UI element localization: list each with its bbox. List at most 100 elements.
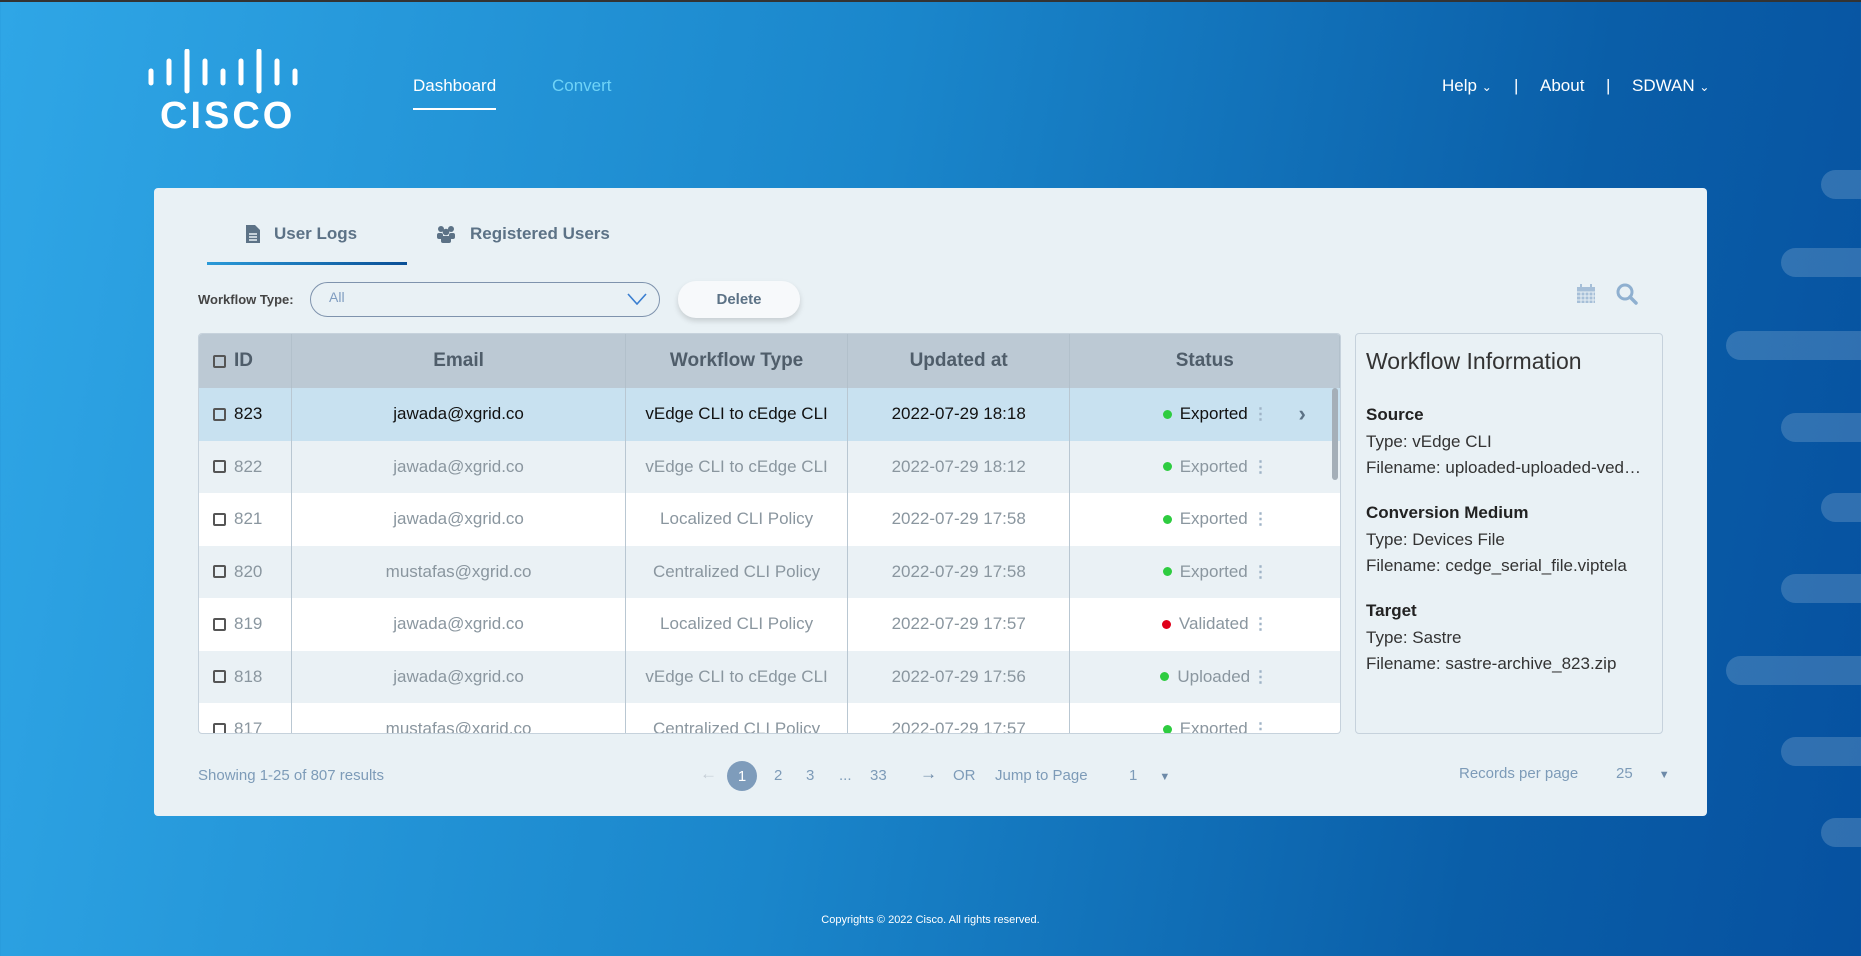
section-heading: Conversion Medium (1366, 503, 1529, 522)
cisco-logo[interactable]: CISCO (148, 48, 308, 139)
more-options-icon[interactable]: ⋮ (1252, 509, 1268, 529)
decor-pill (1781, 574, 1861, 603)
records-value: 25 (1616, 765, 1633, 782)
row-checkbox[interactable] (213, 722, 226, 733)
header-status[interactable]: Status (1070, 334, 1340, 388)
logo-text: CISCO (160, 95, 296, 137)
decor-pill (1781, 413, 1861, 442)
page-1-button[interactable]: 1 (727, 761, 757, 791)
chevron-down-icon (627, 293, 647, 305)
table-row[interactable]: 817 mustafas@xgrid.co Centralized CLI Po… (199, 703, 1340, 734)
table-header: ID Email Workflow Type Updated at Status (199, 334, 1340, 388)
tab-registered-users[interactable]: Registered Users (436, 224, 610, 244)
tab-user-logs[interactable]: User Logs (246, 224, 357, 244)
table-body: 823 jawada@xgrid.co vEdge CLI to cEdge C… (199, 388, 1340, 734)
header-workflow-type[interactable]: Workflow Type (626, 334, 848, 388)
status-dot (1161, 619, 1171, 629)
table-row[interactable]: 821 jawada@xgrid.co Localized CLI Policy… (199, 493, 1340, 546)
more-options-icon[interactable]: ⋮ (1252, 404, 1268, 424)
status-text: Exported (1179, 509, 1248, 529)
nav-help-label: Help (1442, 76, 1477, 95)
row-checkbox[interactable] (213, 565, 226, 579)
status-text: Validated (1178, 614, 1249, 634)
calendar-icon[interactable] (1576, 284, 1596, 304)
workflow-type-label: Workflow Type: (198, 292, 294, 307)
header-email[interactable]: Email (292, 334, 627, 388)
decor-pill (1821, 818, 1861, 847)
cell-updated-at: 2022-07-29 17:56 (848, 650, 1071, 703)
results-summary: Showing 1-25 of 807 results (198, 767, 384, 784)
header-updated-at[interactable]: Updated at (848, 334, 1071, 388)
info-filename: Filename: sastre-archive_823.zip (1366, 654, 1617, 673)
workflow-type-select[interactable]: All (310, 282, 660, 317)
row-id: 818 (234, 666, 263, 686)
more-options-icon[interactable]: ⋮ (1252, 719, 1268, 733)
jump-to-page-select[interactable]: 1 ▼ (1129, 767, 1170, 784)
info-source: Source Type: vEdge CLI Filename: uploaded-… (1366, 405, 1652, 481)
nav-separator: | (1606, 76, 1611, 95)
more-options-icon[interactable]: ⋮ (1252, 614, 1268, 634)
row-checkbox[interactable] (213, 512, 226, 526)
nav-sdwan[interactable]: SDWAN ⌄ (1632, 76, 1709, 96)
cell-workflow-type: Localized CLI Policy (626, 493, 848, 546)
cell-updated-at: 2022-07-29 17:57 (848, 703, 1071, 733)
select-all-checkbox[interactable] (213, 354, 226, 368)
cell-workflow-type: Centralized CLI Policy (626, 545, 848, 598)
cell-email: jawada@xgrid.co (292, 388, 627, 441)
records-per-page-select[interactable]: 25 ▼ (1616, 765, 1670, 782)
status-dot (1162, 567, 1172, 577)
nav-sdwan-label: SDWAN (1632, 76, 1695, 95)
user-logs-table: ID Email Workflow Type Updated at Status… (198, 333, 1341, 734)
info-type: Type: vEdge CLI (1366, 432, 1492, 451)
cell-workflow-type: vEdge CLI to cEdge CLI (626, 650, 848, 703)
scrollbar[interactable] (1332, 388, 1338, 480)
cell-status: Validated ⋮ (1070, 598, 1340, 651)
page-2-button[interactable]: 2 (774, 767, 782, 784)
status-text: Exported (1179, 456, 1248, 476)
row-checkbox[interactable] (213, 670, 226, 684)
table-row[interactable]: 818 jawada@xgrid.co vEdge CLI to cEdge C… (199, 650, 1340, 703)
search-icon[interactable] (1616, 283, 1638, 305)
decor-pill (1781, 737, 1861, 766)
nav-help[interactable]: Help ⌄ (1442, 76, 1492, 96)
decor-pill (1726, 656, 1861, 685)
nav-separator: | (1514, 76, 1519, 95)
chevron-down-icon: ⌄ (1481, 80, 1492, 94)
table-row[interactable]: 822 jawada@xgrid.co vEdge CLI to cEdge C… (199, 440, 1340, 493)
info-target: Target Type: Sastre Filename: sastre-archi… (1366, 601, 1652, 677)
table-row[interactable]: 820 mustafas@xgrid.co Centralized CLI Po… (199, 545, 1340, 598)
table-row[interactable]: 819 jawada@xgrid.co Localized CLI Policy… (199, 598, 1340, 651)
page-33-button[interactable]: 33 (870, 767, 887, 784)
cell-email: mustafas@xgrid.co (292, 703, 627, 733)
table-row[interactable]: 823 jawada@xgrid.co vEdge CLI to cEdge C… (199, 388, 1340, 441)
delete-button[interactable]: Delete (678, 281, 800, 318)
row-checkbox[interactable] (213, 617, 226, 631)
nav-dashboard[interactable]: Dashboard (413, 76, 497, 110)
status-text: Exported (1179, 404, 1248, 424)
nav-convert[interactable]: Convert (552, 76, 612, 96)
cell-id: 818 (199, 650, 292, 703)
prev-page-arrow-icon[interactable]: ← (700, 764, 717, 784)
jump-to-page-label: Jump to Page (995, 767, 1088, 784)
more-options-icon[interactable]: ⋮ (1252, 457, 1268, 477)
caret-down-icon: ▼ (1159, 771, 1171, 783)
cell-id: 823 (199, 388, 292, 441)
row-checkbox[interactable] (213, 460, 226, 474)
row-checkbox[interactable] (213, 407, 226, 421)
more-options-icon[interactable]: ⋮ (1252, 562, 1268, 582)
records-per-page-label: Records per page (1459, 765, 1579, 782)
footer-copyright: Copyrights © 2022 Cisco. All rights rese… (821, 914, 1040, 926)
next-page-arrow-icon[interactable]: → (920, 764, 937, 784)
info-title: Workflow Information (1366, 348, 1582, 374)
cell-email: jawada@xgrid.co (292, 598, 627, 651)
row-id: 817 (234, 719, 263, 734)
cell-email: jawada@xgrid.co (292, 440, 627, 493)
nav-about[interactable]: About (1540, 76, 1584, 96)
section-heading: Target (1366, 601, 1417, 620)
select-value: All (329, 289, 345, 305)
or-label: OR (953, 767, 976, 784)
more-options-icon[interactable]: ⋮ (1252, 667, 1268, 687)
status-dot (1160, 672, 1170, 682)
page-3-button[interactable]: 3 (806, 767, 814, 784)
chevron-right-icon[interactable]: › (1298, 401, 1305, 427)
